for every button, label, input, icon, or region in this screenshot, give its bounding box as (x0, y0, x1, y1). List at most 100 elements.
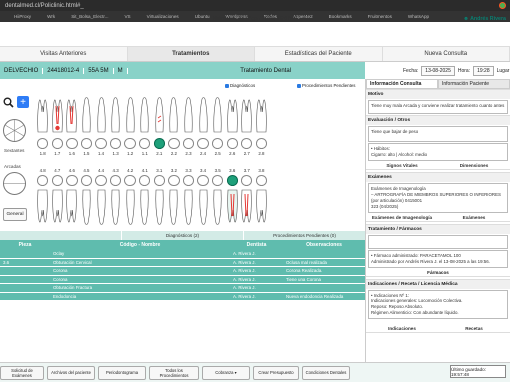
tooth-icon[interactable] (125, 188, 136, 226)
tooth-occlusal[interactable] (124, 138, 136, 149)
tooth-icon[interactable] (212, 96, 223, 134)
tab-info-consulta[interactable]: Información Consulta (366, 79, 438, 89)
table-row[interactable]: Oclay A. Rivera J. (0, 250, 365, 259)
tooth-occlusal[interactable] (66, 138, 78, 149)
tooth[interactable] (256, 96, 267, 136)
tooth[interactable] (139, 96, 150, 136)
tooth-icon[interactable] (183, 188, 194, 226)
tooth[interactable] (95, 188, 106, 228)
tratamiento-field[interactable] (368, 234, 508, 249)
tooth-occlusal[interactable] (37, 175, 49, 186)
tooth-occlusal[interactable] (95, 138, 107, 149)
tab-tratamientos[interactable]: Tratamientos (127, 47, 255, 61)
tooth-icon[interactable] (168, 96, 179, 134)
url-text[interactable]: dentalmed.cl/Policlinic.html#_ (5, 3, 84, 9)
tooth[interactable] (95, 96, 106, 136)
recetas-label[interactable]: Recetas (438, 325, 510, 332)
tooth[interactable] (81, 188, 92, 228)
tab-nueva-consulta[interactable]: Nueva Consulta (382, 47, 510, 61)
tooth-occlusal[interactable] (226, 175, 238, 186)
fecha-input[interactable]: 13-08-2025 (421, 65, 455, 76)
tooth-occlusal[interactable] (182, 175, 195, 186)
tooth[interactable] (183, 96, 194, 136)
ex-img-label[interactable]: Exámenes de Imagenología (366, 214, 438, 221)
tooth-icon[interactable] (227, 96, 238, 134)
tooth-occlusal[interactable] (51, 175, 63, 186)
tooth-occlusal[interactable] (255, 138, 268, 149)
tab-estadisticas[interactable]: Estadísticas del Paciente (255, 47, 383, 61)
bottom-button[interactable]: Crear Presupuesto (253, 365, 299, 380)
table-row[interactable]: Endodoncia A. Rivera J. Nueva endodoncia R… (0, 292, 365, 301)
tooth-icon[interactable] (81, 188, 92, 226)
motivo-field[interactable]: Tiene muy mala Arcada y conviene realiza… (368, 100, 508, 114)
tooth-icon[interactable] (154, 188, 165, 226)
tooth-icon[interactable] (52, 96, 63, 134)
tooth[interactable] (227, 188, 238, 228)
tooth-icon[interactable] (198, 96, 209, 134)
tooth-occlusal[interactable] (95, 175, 107, 186)
diag-checkbox[interactable]: Diagnósticos (225, 83, 255, 88)
tooth-icon[interactable] (241, 188, 252, 226)
tooth[interactable] (197, 96, 208, 136)
tooth[interactable] (52, 188, 63, 228)
tooth-icon[interactable] (227, 188, 238, 226)
tooth-occlusal[interactable] (37, 138, 49, 149)
tooth-icon[interactable] (212, 188, 223, 226)
tooth[interactable] (37, 96, 48, 136)
tab-diagnosticos[interactable]: Diagnósticos (2) (122, 231, 243, 240)
tooth-occlusal[interactable] (255, 175, 268, 186)
tooth-occlusal[interactable] (197, 138, 209, 149)
add-button[interactable]: + (17, 96, 29, 108)
bottom-button[interactable]: Periodontograma (98, 365, 146, 380)
tooth[interactable] (52, 96, 63, 136)
tooth[interactable] (154, 188, 165, 228)
tooth-icon[interactable] (110, 96, 121, 134)
tooth-icon[interactable] (96, 96, 107, 134)
dimensiones-label[interactable]: Dimensiones (438, 162, 510, 169)
tooth-occlusal[interactable] (226, 138, 238, 149)
tooth-occlusal[interactable] (197, 175, 209, 186)
user-name[interactable]: ☻ Andrés Rivera (463, 16, 506, 22)
tooth[interactable] (256, 188, 267, 228)
tooth[interactable] (168, 96, 179, 136)
sextantes-icon[interactable] (3, 119, 26, 142)
tooth[interactable] (37, 188, 48, 228)
tooth-occlusal[interactable] (168, 138, 180, 149)
tooth[interactable] (81, 96, 92, 136)
tooth-icon[interactable] (52, 188, 63, 226)
tooth[interactable] (241, 96, 252, 136)
tab-pendientes[interactable]: Procedimientos Pendientes (0) (244, 231, 365, 240)
tooth-occlusal[interactable] (168, 175, 180, 186)
tooth-icon[interactable] (139, 96, 150, 134)
tooth-occlusal[interactable] (139, 138, 151, 149)
tooth-occlusal[interactable] (66, 175, 78, 186)
proc-checkbox[interactable]: Procedimientos Pendientes (297, 83, 355, 88)
tooth-icon[interactable] (139, 188, 150, 226)
tooth[interactable] (139, 188, 150, 228)
hora-input[interactable]: 19:28 (473, 65, 494, 76)
bottom-button[interactable]: Archivos del paciente (47, 365, 95, 380)
signos-label[interactable]: Signos Vitales (366, 162, 438, 169)
tooth-occlusal[interactable] (153, 138, 166, 149)
bottom-button[interactable]: Cobranza ▾ (202, 365, 250, 380)
table-row[interactable]: 3.6 Obturación Cervical A. Rivera J. Oclusa… (0, 258, 365, 267)
tooth-occlusal[interactable] (51, 138, 63, 149)
tooth-icon[interactable] (81, 96, 92, 134)
ex-other-label[interactable]: Exámenes (438, 214, 510, 221)
tooth-icon[interactable] (183, 96, 194, 134)
tooth-occlusal[interactable] (211, 175, 224, 186)
tooth[interactable] (154, 96, 165, 136)
tooth-icon[interactable] (37, 96, 48, 134)
tooth-icon[interactable] (241, 96, 252, 134)
tooth-icon[interactable] (256, 96, 267, 134)
tooth[interactable] (124, 96, 135, 136)
tooth[interactable] (168, 188, 179, 228)
bottom-button[interactable]: Solicitud de Exámenes (0, 365, 44, 380)
arcadas-icon[interactable] (3, 172, 26, 195)
table-row[interactable]: Corona A. Rivera J. Tiene una Corona (0, 275, 365, 284)
tooth[interactable] (66, 188, 77, 228)
tooth-occlusal[interactable] (139, 175, 151, 186)
tooth-occlusal[interactable] (241, 175, 253, 186)
bottom-button[interactable]: Condiciones Dentales (302, 365, 350, 380)
tooth-icon[interactable] (198, 188, 209, 226)
